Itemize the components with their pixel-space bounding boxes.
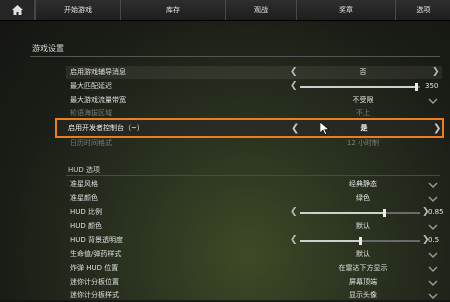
slider-decrease-icon[interactable]: ❮ bbox=[290, 234, 298, 247]
next-arrow-icon[interactable]: ❯ bbox=[432, 66, 440, 79]
top-navigation: 开始游戏 库存 观战 奖章 选项 bbox=[0, 0, 450, 21]
slider-decrease-icon[interactable]: ❮ bbox=[290, 206, 298, 219]
chevron-down-icon[interactable] bbox=[428, 97, 438, 105]
setting-value: 12 小时制 bbox=[346, 139, 380, 147]
slider-handle[interactable] bbox=[383, 209, 386, 217]
setting-row-hud-scale: HUD 比例 ❮ ❯ 0.85 bbox=[66, 206, 444, 219]
slider-fill bbox=[300, 240, 360, 242]
slider-handle[interactable] bbox=[359, 237, 362, 245]
setting-label: 日历时间格式 bbox=[70, 139, 112, 147]
nav-inventory[interactable]: 库存 bbox=[120, 0, 225, 20]
chevron-down-icon[interactable] bbox=[428, 223, 438, 231]
setting-value: 否 bbox=[359, 68, 367, 76]
setting-row-max-bandwidth[interactable]: 最大游戏流量带宽 不受限 bbox=[66, 94, 442, 107]
max-ping-slider[interactable] bbox=[300, 83, 420, 91]
slider-value: 0.5 bbox=[428, 236, 440, 244]
setting-label: HUD 比例 bbox=[70, 208, 103, 216]
next-arrow-icon[interactable]: ❯ bbox=[433, 120, 441, 137]
slider-decrease-icon[interactable]: ❮ bbox=[290, 80, 298, 93]
nav-watch[interactable]: 观战 bbox=[225, 0, 296, 20]
setting-row-crosshair-style[interactable]: 准星风格 经典静态 bbox=[66, 178, 442, 191]
setting-row-health-ammo-style[interactable]: 生命值/弹药样式 默认 bbox=[66, 248, 442, 261]
chevron-down-icon[interactable] bbox=[428, 181, 438, 189]
setting-label: 迷你计分板位置 bbox=[70, 278, 119, 286]
home-button[interactable] bbox=[0, 0, 35, 20]
setting-label: 最大匹配延迟 bbox=[70, 82, 112, 90]
home-icon bbox=[11, 5, 23, 15]
slider-fill bbox=[300, 86, 417, 88]
setting-label: 生命值/弹药样式 bbox=[70, 250, 122, 258]
setting-value: 是 bbox=[360, 124, 368, 132]
setting-row-developer-console[interactable]: 启用开发者控制台（~） ❮ 是 ❯ bbox=[55, 118, 444, 138]
setting-row-bomb-hud-position[interactable]: 炸弹 HUD 位置 在雷达下方显示 bbox=[66, 262, 442, 275]
chevron-down-icon[interactable] bbox=[428, 251, 438, 259]
hud-scale-slider[interactable] bbox=[300, 209, 420, 217]
setting-row-clock-format[interactable]: 日历时间格式 12 小时制 bbox=[66, 137, 442, 150]
section-title-hud: HUD 选项 bbox=[68, 166, 101, 174]
setting-row-hud-background-alpha: HUD 背景透明度 ❮ ❯ 0.5 bbox=[66, 234, 442, 247]
setting-label: 启用开发者控制台（~） bbox=[68, 124, 144, 132]
setting-value: 绿色 bbox=[356, 194, 370, 202]
setting-label: 最大游戏流量带宽 bbox=[70, 96, 126, 104]
chevron-down-icon[interactable] bbox=[428, 279, 438, 287]
chevron-down-icon[interactable] bbox=[428, 265, 438, 273]
chevron-down-icon[interactable] bbox=[428, 292, 438, 300]
setting-row-game-instructor[interactable]: 启用游戏辅导消息 ❮ 否 ❯ bbox=[66, 66, 442, 79]
setting-row-hud-color[interactable]: HUD 颜色 默认 bbox=[66, 220, 442, 233]
setting-row-mini-scoreboard-position[interactable]: 迷你计分板位置 屏幕顶端 bbox=[66, 276, 442, 289]
setting-value: 默认 bbox=[356, 250, 370, 258]
setting-row-mini-scoreboard-style[interactable]: 迷你计分板样式 显示头像 bbox=[66, 289, 442, 302]
mouse-cursor-icon bbox=[320, 122, 330, 135]
section-divider bbox=[30, 56, 440, 57]
nav-options[interactable]: 选项 bbox=[395, 0, 450, 20]
slider-handle[interactable] bbox=[415, 83, 419, 91]
setting-value: 不受限 bbox=[352, 96, 374, 104]
setting-row-max-ping: 最大匹配延迟 ❮ 350 bbox=[66, 80, 442, 93]
setting-label: 准星风格 bbox=[70, 180, 98, 188]
setting-value: 默认 bbox=[356, 222, 370, 230]
section-title-game-settings: 游戏设置 bbox=[32, 44, 64, 53]
slider-value: 0.85 bbox=[428, 208, 444, 216]
setting-label: 启用游戏辅导消息 bbox=[70, 68, 126, 76]
slider-value: 350 bbox=[425, 82, 439, 90]
chevron-down-icon[interactable] bbox=[428, 195, 438, 203]
setting-value: 在雷达下方显示 bbox=[338, 264, 388, 272]
setting-row-crosshair-color[interactable]: 准星颜色 绿色 bbox=[66, 192, 442, 205]
section-divider bbox=[66, 175, 440, 176]
nav-awards[interactable]: 奖章 bbox=[296, 0, 395, 20]
setting-label: 迷你计分板样式 bbox=[70, 291, 119, 299]
setting-value: 显示头像 bbox=[349, 291, 377, 299]
nav-play-game[interactable]: 开始游戏 bbox=[35, 0, 120, 20]
slider-fill bbox=[300, 212, 384, 214]
setting-label: HUD 颜色 bbox=[70, 222, 103, 230]
setting-value: 屏幕顶端 bbox=[349, 278, 377, 286]
setting-label: 准星颜色 bbox=[70, 194, 98, 202]
setting-label: 炸弹 HUD 位置 bbox=[70, 264, 119, 272]
setting-label: HUD 背景透明度 bbox=[70, 236, 124, 244]
setting-value: 经典静态 bbox=[349, 180, 377, 188]
hud-alpha-slider[interactable] bbox=[300, 237, 420, 245]
